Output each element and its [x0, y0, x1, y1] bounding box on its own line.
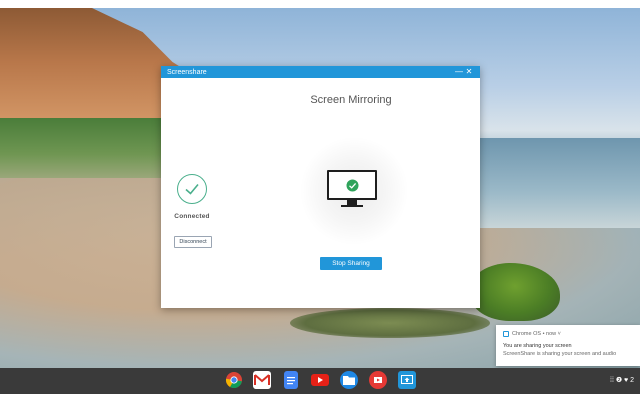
gmail-icon[interactable]	[253, 371, 271, 389]
wallpaper-sea	[480, 138, 640, 228]
cast-icon	[503, 331, 509, 337]
monitor-base	[341, 205, 363, 207]
docs-icon[interactable]	[284, 371, 298, 389]
screenshare-window: Screenshare — ✕ Screen Mirroring Connect…	[161, 66, 480, 308]
youtube-icon[interactable]	[311, 374, 329, 386]
screenshare-icon[interactable]	[398, 371, 416, 389]
connection-status-label: Connected	[174, 213, 210, 220]
notification-body: ScreenShare is sharing your screen and a…	[503, 351, 617, 357]
wallpaper-rocks	[290, 308, 490, 338]
status-tray[interactable]: ⁞⁞ ❷ ♥ 2	[610, 376, 634, 384]
minimize-button[interactable]: —	[454, 66, 464, 78]
close-button[interactable]: ✕	[464, 66, 474, 78]
chrome-icon[interactable]	[225, 371, 243, 389]
shelf: ⁞⁞ ❷ ♥ 2	[0, 368, 640, 394]
screen-sharing-notification[interactable]: Chrome OS • now ˅ You are sharing your s…	[496, 325, 640, 366]
stop-sharing-button[interactable]: Stop Sharing	[320, 257, 382, 270]
window-titlebar[interactable]: Screenshare — ✕	[161, 66, 480, 78]
page-title: Screen Mirroring	[310, 94, 392, 106]
notification-title: You are sharing your screen	[503, 343, 572, 349]
notification-source: Chrome OS • now ˅	[503, 331, 561, 337]
notification-source-label: Chrome OS • now ˅	[512, 331, 561, 337]
monitor-icon	[327, 170, 377, 200]
checkmark-icon	[185, 183, 199, 195]
connected-status-icon	[177, 174, 207, 204]
bottom-edge	[0, 394, 640, 400]
monitor-screen	[329, 172, 375, 198]
check-circle-icon	[346, 179, 358, 191]
files-icon[interactable]	[340, 371, 358, 389]
window-body: Screen Mirroring Connected Disconnect St…	[161, 78, 480, 308]
disconnect-button[interactable]: Disconnect	[174, 236, 212, 248]
window-title: Screenshare	[167, 68, 207, 76]
play-movies-icon[interactable]	[369, 371, 387, 389]
